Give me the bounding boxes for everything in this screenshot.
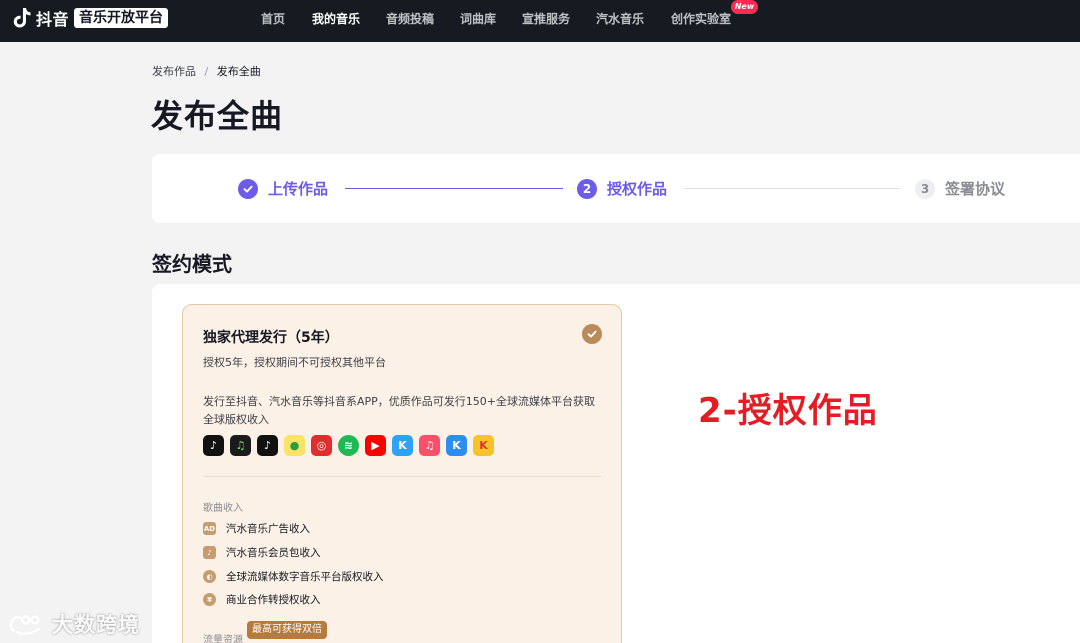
nav-home[interactable]: 首页 bbox=[261, 10, 285, 27]
qq-music-icon: ● bbox=[284, 435, 305, 456]
progress-stepper: 上传作品 2 授权作品 3 签署协议 bbox=[152, 154, 1080, 223]
step-label: 签署协议 bbox=[945, 180, 1006, 198]
flow-resource-label: 流量资源 bbox=[203, 635, 243, 643]
section-title: 签约模式 bbox=[152, 252, 232, 276]
step-connector bbox=[345, 188, 563, 189]
watermark-logo-icon bbox=[9, 615, 41, 635]
douyin-music-logo[interactable]: 抖音 音乐开放平台 bbox=[12, 7, 169, 29]
income-label: 汽水音乐广告收入 bbox=[226, 523, 310, 535]
card-divider bbox=[203, 476, 601, 477]
check-icon bbox=[238, 178, 258, 199]
douyin-logo-icon bbox=[13, 8, 31, 28]
income-label: 商业合作转授权收入 bbox=[226, 594, 321, 606]
step-sign[interactable]: 3 签署协议 bbox=[915, 178, 1005, 199]
nav-audio-submit[interactable]: 音频投稿 bbox=[386, 10, 434, 27]
apple-music-icon: ♫ bbox=[419, 435, 440, 456]
nav-lyrics-library[interactable]: 词曲库 bbox=[460, 10, 496, 27]
card-title: 独家代理发行（5年） bbox=[203, 330, 339, 346]
step-upload[interactable]: 上传作品 bbox=[238, 178, 328, 199]
globe-icon: ◐ bbox=[203, 570, 216, 583]
breadcrumb-separator: / bbox=[204, 65, 209, 78]
income-item: ♪ 汽水音乐会员包收入 bbox=[203, 545, 321, 560]
income-label: 全球流媒体数字音乐平台版权收入 bbox=[226, 571, 384, 583]
income-item: AD 汽水音乐广告收入 bbox=[203, 521, 310, 536]
income-title: 歌曲收入 bbox=[203, 503, 243, 514]
page-title: 发布全曲 bbox=[151, 97, 284, 135]
income-item: ¥ 商业合作转授权收入 bbox=[203, 592, 321, 607]
spotify-icon: ≋ bbox=[338, 435, 359, 456]
youtube-music-icon: ▶ bbox=[365, 435, 386, 456]
platform-icons: ♪ ♫ ♪ ● ◎ ≋ ▶ K ♫ K K bbox=[203, 435, 500, 456]
yen-icon: ¥ bbox=[203, 593, 216, 606]
kuwo-icon: K bbox=[446, 435, 467, 456]
card-subtitle: 授权5年，授权期间不可授权其他平台 bbox=[203, 356, 386, 369]
step-label: 授权作品 bbox=[607, 180, 668, 198]
income-item: ◐ 全球流媒体数字音乐平台版权收入 bbox=[203, 569, 384, 584]
watermark: 大数跨境 bbox=[8, 609, 140, 639]
brand-badge: 音乐开放平台 bbox=[74, 8, 169, 28]
kugou-icon: K bbox=[392, 435, 413, 456]
step-number: 2 bbox=[577, 178, 597, 199]
qishui-music-icon: ♫ bbox=[230, 435, 251, 456]
step-number: 3 bbox=[915, 178, 935, 199]
nav-my-music[interactable]: 我的音乐 bbox=[312, 10, 360, 27]
exclusive-distribution-card[interactable]: 独家代理发行（5年） 授权5年，授权期间不可授权其他平台 发行至抖音、汽水音乐等… bbox=[182, 304, 622, 643]
nav-creative-lab[interactable]: 创作实验室 bbox=[671, 10, 731, 27]
watermark-text: 大数跨境 bbox=[52, 613, 140, 637]
top-navbar: 抖音 音乐开放平台 首页 我的音乐 音频投稿 词曲库 宣推服务 汽水音乐 创作实… bbox=[0, 0, 1080, 42]
step-connector bbox=[683, 188, 901, 189]
nav-qishui-music[interactable]: 汽水音乐 bbox=[596, 10, 644, 27]
nav-promotion[interactable]: 宣推服务 bbox=[522, 10, 570, 27]
step-annotation: 2-授权作品 bbox=[698, 391, 878, 431]
breadcrumb-parent[interactable]: 发布作品 bbox=[152, 65, 196, 78]
double-traffic-badge: 最高可获得双倍 bbox=[247, 621, 327, 639]
breadcrumb-current: 发布全曲 bbox=[216, 65, 261, 78]
new-badge: New bbox=[731, 0, 758, 14]
breadcrumb: 发布作品 / 发布全曲 bbox=[152, 63, 261, 79]
kkbox-icon: K bbox=[473, 435, 494, 456]
step-label: 上传作品 bbox=[268, 180, 329, 198]
douyin-icon: ♪ bbox=[203, 435, 224, 456]
ad-icon: AD bbox=[203, 522, 216, 535]
douyin-lite-icon: ♪ bbox=[257, 435, 278, 456]
netease-music-icon: ◎ bbox=[311, 435, 332, 456]
income-label: 汽水音乐会员包收入 bbox=[226, 547, 321, 559]
card-description: 发行至抖音、汽水音乐等抖音系APP，优质作品可发行150+全球流媒体平台获取全球… bbox=[203, 395, 596, 426]
step-authorize[interactable]: 2 授权作品 bbox=[577, 178, 667, 199]
brand-name: 抖音 bbox=[36, 10, 70, 29]
selected-check-icon bbox=[582, 324, 602, 344]
member-icon: ♪ bbox=[203, 546, 216, 559]
